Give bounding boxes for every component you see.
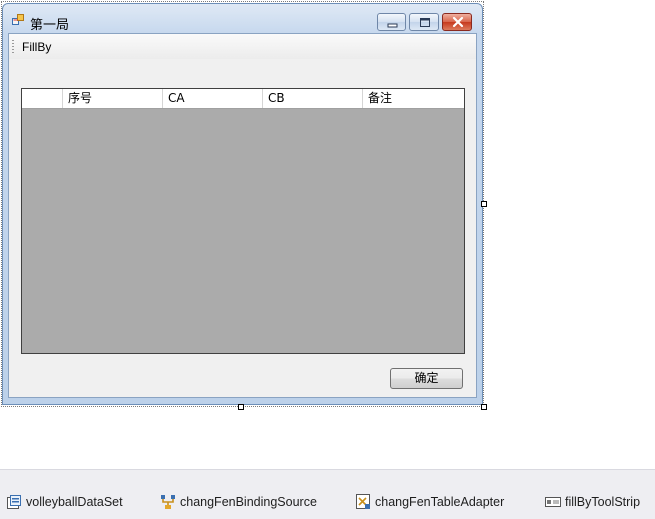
window-title: 第一局 [30,18,70,33]
fillby-toolstrip[interactable]: FillBy [9,34,476,59]
column-header-cb[interactable]: CB [263,89,363,108]
toolstrip-icon [545,497,561,507]
tray-item-dataset[interactable]: volleyballDataSet [7,494,123,510]
maximize-button[interactable] [409,13,439,31]
resize-handle-right[interactable] [481,201,487,207]
minimize-button[interactable] [377,13,406,31]
column-header-remarks[interactable]: 备注 [363,89,464,108]
form-client-area: FillBy 序号 CA CB 备注 确定 [8,33,477,398]
resize-handle-bottom[interactable] [238,404,244,410]
tray-item-label: fillByToolStrip [565,495,641,509]
form-icon [12,14,24,25]
component-tray: volleyballDataSet changFenBindingSource … [0,469,655,519]
ok-button[interactable]: 确定 [390,368,463,389]
dataset-icon [7,494,21,509]
tray-item-toolstrip[interactable]: fillByToolStrip [545,494,640,510]
title-bar[interactable]: 第一局 [3,4,482,34]
maximize-icon [420,18,430,27]
fillby-button[interactable]: FillBy [22,40,51,54]
table-adapter-icon [356,494,370,509]
minimize-icon [387,23,398,28]
close-button[interactable] [442,13,472,31]
column-header-ca[interactable]: CA [163,89,263,108]
grid-header-row: 序号 CA CB 备注 [22,89,464,109]
grid-top-left-header[interactable] [22,89,63,108]
tray-item-binding-source[interactable]: changFenBindingSource [160,494,317,510]
tray-item-label: changFenBindingSource [180,495,317,509]
form-window[interactable]: 第一局 FillBy 序号 CA CB 备注 确定 [2,3,483,405]
toolstrip-grip-icon[interactable] [12,40,14,54]
tray-item-label: volleyballDataSet [26,495,123,509]
tray-item-label: changFenTableAdapter [375,495,505,509]
binding-source-icon [161,495,175,509]
tray-item-table-adapter[interactable]: changFenTableAdapter [356,494,504,510]
resize-handle-bottom-right[interactable] [481,404,487,410]
data-grid-view[interactable]: 序号 CA CB 备注 [21,88,465,354]
close-icon [452,16,464,28]
column-header-index[interactable]: 序号 [63,89,163,108]
